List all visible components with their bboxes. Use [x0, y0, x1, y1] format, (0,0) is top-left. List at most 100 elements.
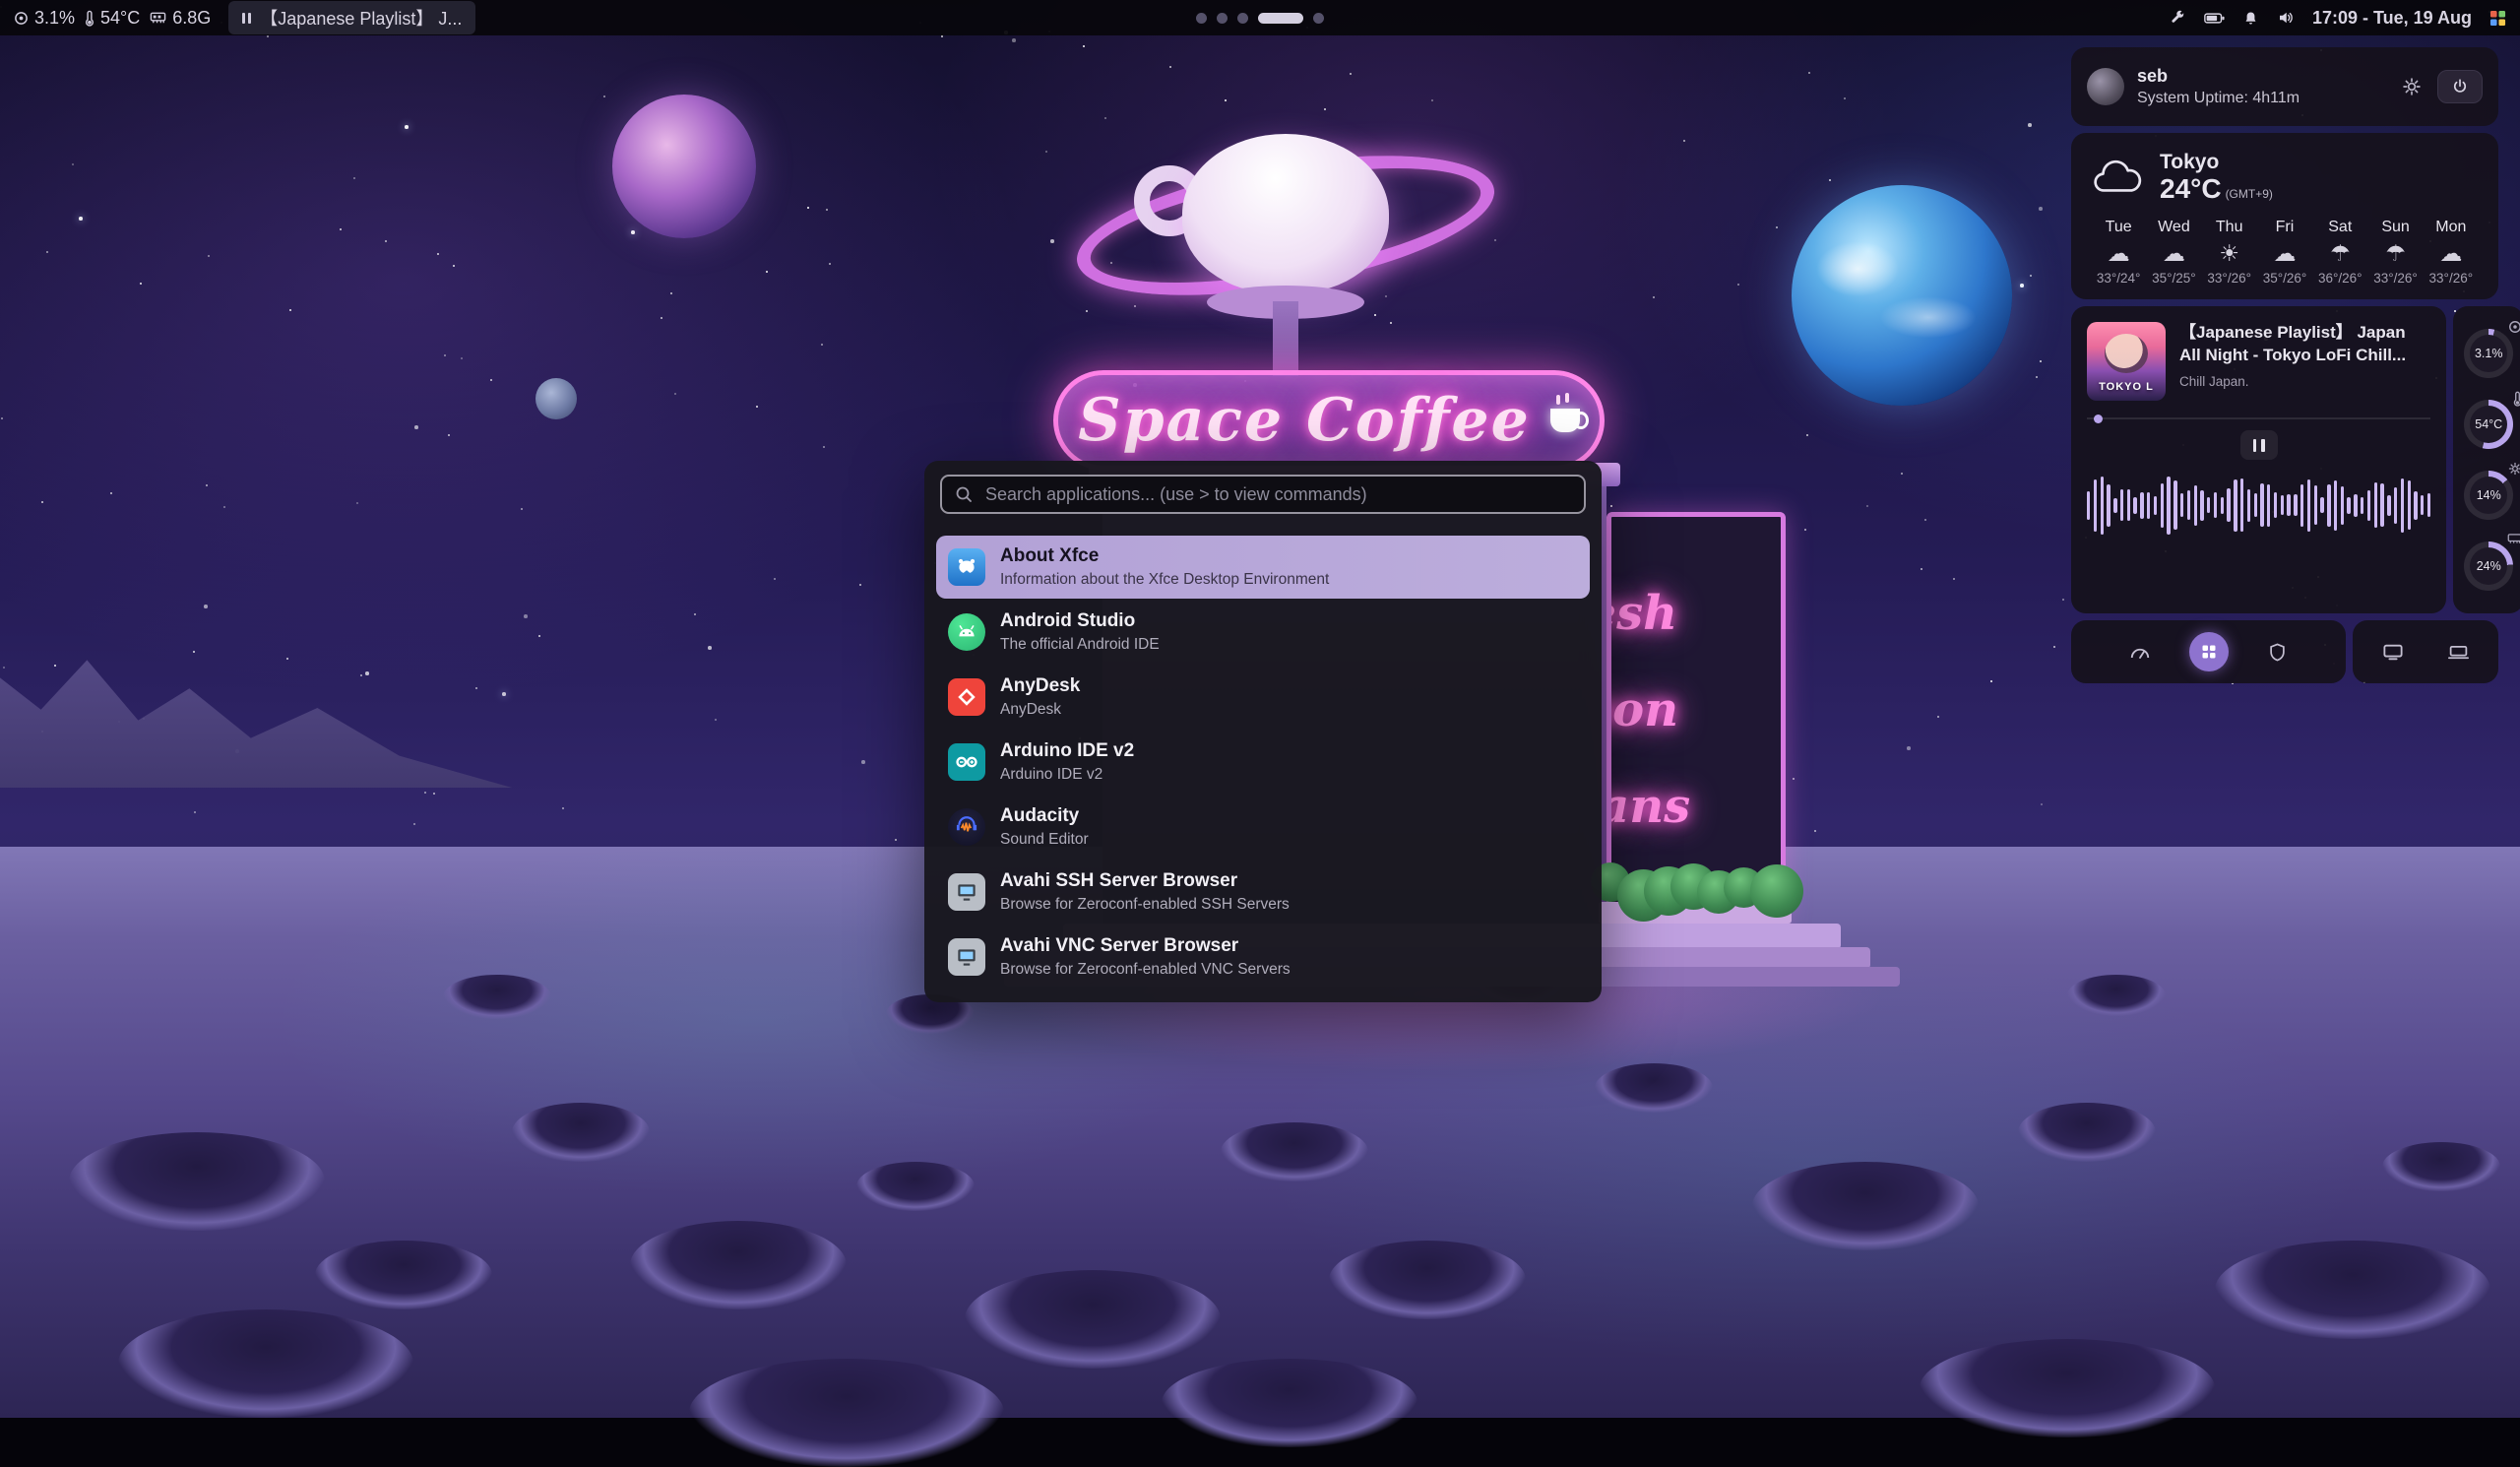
power-icon — [2451, 78, 2469, 96]
bush — [1750, 864, 1803, 918]
gauge-value: 3.1% — [2470, 335, 2507, 372]
gauge-gear: 14% — [2453, 460, 2520, 531]
space-coffee-sign: Space Coffee — [1053, 370, 1605, 471]
launcher-item-description: AnyDesk — [1000, 700, 1080, 719]
laptop-icon — [2448, 645, 2469, 660]
thermometer-icon — [85, 10, 94, 27]
app-icon-android — [948, 613, 985, 651]
launcher-item-title: Audacity — [1000, 804, 1089, 828]
launcher-item[interactable]: About Xfce Information about the Xfce De… — [936, 536, 1590, 599]
cpu-icon — [14, 11, 29, 26]
now-playing-text: 【Japanese Playlist】 J... — [260, 5, 462, 31]
weather-timezone: (GMT+9) — [2226, 187, 2273, 201]
workspace-dot[interactable] — [1258, 13, 1303, 24]
now-playing-pill[interactable]: 【Japanese Playlist】 J... — [228, 1, 475, 34]
app-icon-arduino — [948, 743, 985, 781]
cpu-usage-value: 3.1% — [34, 8, 75, 29]
pause-button[interactable] — [2240, 430, 2278, 460]
sun-icon: ☀ — [2202, 241, 2257, 267]
shield-icon — [2269, 643, 2286, 662]
gauge-value: 14% — [2470, 477, 2507, 514]
launcher-item-title: AnyDesk — [1000, 674, 1080, 698]
crater — [512, 1103, 650, 1162]
cloud-icon: ☁ — [2257, 241, 2312, 267]
crater — [2215, 1241, 2490, 1339]
small-moon — [536, 378, 577, 419]
forecast-day: Fri☁35°/26° — [2257, 219, 2312, 286]
launcher-item[interactable]: AnyDesk AnyDesk — [936, 666, 1590, 729]
forecast-day: Mon☁33°/26° — [2424, 219, 2479, 286]
gauge-value: 24% — [2470, 547, 2507, 585]
apps-button[interactable] — [2189, 632, 2229, 671]
settings-button[interactable] — [2398, 73, 2426, 100]
display-button[interactable] — [2373, 632, 2413, 671]
crater — [1920, 1339, 2215, 1437]
volume-icon[interactable] — [2277, 9, 2295, 27]
rain-icon: ☂ — [2312, 241, 2367, 267]
launcher-item[interactable]: Avahi VNC Server Browser Browse for Zero… — [936, 925, 1590, 989]
sign-text: Space Coffee — [1078, 386, 1531, 455]
workspace-dot[interactable] — [1196, 13, 1207, 24]
app-icon-avahi — [948, 938, 985, 976]
window-neon-text: FreshMoonBeans — [1606, 586, 1690, 834]
launcher-item-description: Browse for Zeroconf-enabled SSH Servers — [1000, 895, 1290, 914]
app-icon-avahi — [948, 873, 985, 911]
gauge-cpu: 3.1% — [2453, 318, 2520, 389]
temperature-indicator: 54°C — [85, 8, 140, 29]
crater — [1329, 1241, 1526, 1319]
cpu-icon — [2508, 320, 2520, 334]
launcher-item-title: Avahi VNC Server Browser — [1000, 934, 1291, 958]
gear-icon — [2508, 462, 2520, 476]
launcher-item[interactable]: Android Studio The official Android IDE — [936, 601, 1590, 664]
app-icon-xfce — [948, 548, 985, 586]
grid-icon — [2201, 644, 2217, 660]
audio-waveform — [2087, 470, 2430, 541]
workspace-dot[interactable] — [1313, 13, 1324, 24]
notifications-bell-icon[interactable] — [2242, 10, 2259, 27]
memory-icon — [2507, 533, 2520, 544]
tools-icon[interactable] — [2170, 10, 2186, 27]
speedometer-icon — [2129, 645, 2151, 660]
launcher-item[interactable]: Avahi SSH Server Browser Browse for Zero… — [936, 861, 1590, 924]
app-grid-icon[interactable] — [2489, 10, 2506, 27]
album-art: TOKYO L — [2087, 322, 2166, 401]
memory-icon — [150, 11, 166, 25]
crater — [2382, 1142, 2500, 1191]
keyboard-button[interactable] — [2438, 632, 2478, 671]
workspace-dots[interactable] — [1196, 0, 1324, 35]
workspace-dot[interactable] — [1217, 13, 1228, 24]
top-panel: 3.1% 54°C 6.8G 【Japanese Playlist】 J... … — [0, 0, 2520, 35]
launcher-item-description: The official Android IDE — [1000, 635, 1160, 654]
giant-coffee-cup — [1182, 134, 1389, 293]
crater — [443, 975, 551, 1019]
launcher-item[interactable]: Audacity Sound Editor — [936, 796, 1590, 859]
crater — [2067, 975, 2166, 1016]
security-button[interactable] — [2258, 632, 2298, 671]
crater — [1595, 1063, 1713, 1113]
user-name: seb — [2137, 66, 2300, 87]
quick-actions-left — [2071, 620, 2346, 683]
power-button[interactable] — [2437, 70, 2483, 103]
forecast-day: Wed☁35°/25° — [2146, 219, 2201, 286]
forecast-day: Sun☂33°/26° — [2367, 219, 2423, 286]
avatar[interactable] — [2087, 68, 2124, 105]
weather-widget: Tokyo 24°C(GMT+9) Tue☁33°/24°Wed☁35°/25°… — [2071, 133, 2498, 299]
launcher-item[interactable]: Arduino IDE v2 Arduino IDE v2 — [936, 731, 1590, 794]
gauge-memory: 24% — [2453, 531, 2520, 602]
forecast-day: Sat☂36°/26° — [2312, 219, 2367, 286]
gauge-temp: 54°C — [2453, 389, 2520, 460]
crater — [689, 1359, 1004, 1467]
search-input[interactable] — [940, 475, 1586, 514]
forecast-day: Thu☀33°/26° — [2202, 219, 2257, 286]
crater — [630, 1221, 847, 1309]
quick-actions-right — [2353, 620, 2498, 683]
widget-sidebar: seb System Uptime: 4h11m Tokyo 24°C(GMT+… — [2071, 47, 2498, 683]
workspace-dot[interactable] — [1237, 13, 1248, 24]
weather-city: Tokyo — [2160, 151, 2273, 174]
media-progress-slider[interactable] — [2087, 415, 2430, 422]
performance-button[interactable] — [2120, 632, 2160, 671]
battery-icon[interactable] — [2204, 12, 2225, 25]
launcher-item-title: About Xfce — [1000, 544, 1329, 568]
cloud-icon: ☁ — [2146, 241, 2201, 267]
clock[interactable]: 17:09 - Tue, 19 Aug — [2312, 8, 2472, 29]
